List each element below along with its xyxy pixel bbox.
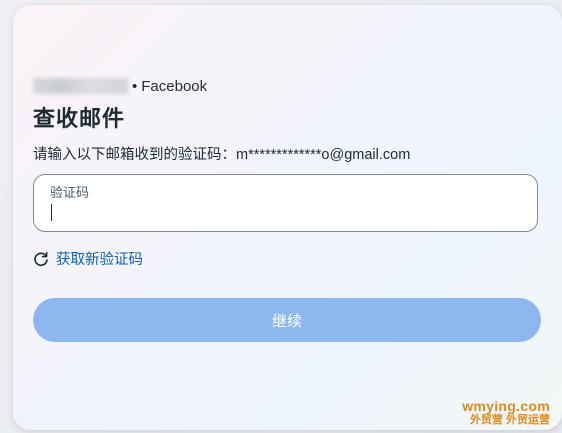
page-title: 查收邮件 — [33, 106, 126, 131]
watermark-domain: wmying.com — [462, 397, 550, 414]
continue-button[interactable]: 继续 — [33, 298, 541, 342]
verification-dialog: • Facebook 查收邮件 请输入以下邮箱收到的验证码：m*********… — [13, 5, 562, 430]
resend-code-link[interactable]: 获取新验证码 — [33, 248, 143, 269]
refresh-icon — [33, 251, 49, 267]
site-watermark: wmying.com 外贸营 外贸运营 — [462, 397, 550, 426]
account-service: Facebook — [141, 77, 208, 95]
resend-code-label: 获取新验证码 — [56, 252, 143, 268]
code-input-container[interactable]: 验证码 — [33, 174, 538, 232]
code-input-label: 验证码 — [50, 185, 90, 200]
account-separator: • — [132, 77, 138, 95]
instruction-text: 请输入以下邮箱收到的验证码：m*************o@gmail.com — [33, 147, 411, 163]
code-input[interactable] — [50, 201, 520, 223]
blurred-account-name — [33, 78, 128, 94]
watermark-tagline: 外贸营 外贸运营 — [469, 413, 550, 426]
account-row: • Facebook — [33, 76, 207, 96]
